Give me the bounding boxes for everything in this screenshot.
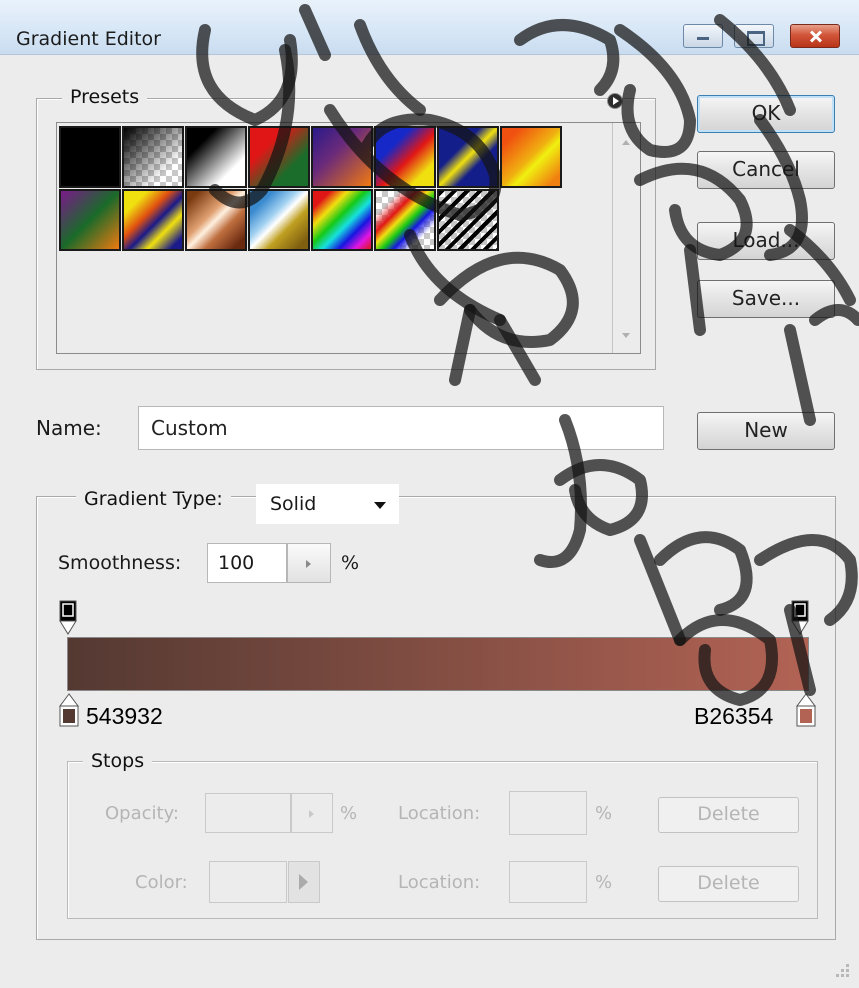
preset-swatch-orange-yellow-orange[interactable] <box>500 126 562 188</box>
scroll-up-arrow-icon[interactable] <box>622 140 630 145</box>
delete-opacity-stop-button[interactable]: Delete <box>658 797 799 833</box>
preset-swatch-spectrum[interactable] <box>311 189 373 251</box>
color-swatch-field[interactable] <box>209 861 287 903</box>
presets-menu-icon[interactable] <box>607 93 623 109</box>
opacity-stepper[interactable] <box>291 793 333 833</box>
opacity-location-unit: % <box>595 803 613 824</box>
opacity-input[interactable] <box>205 793 291 833</box>
resize-grip-icon[interactable] <box>830 960 852 982</box>
color-stop-right-label: B26354 <box>694 703 774 729</box>
window-title: Gradient Editor <box>16 28 161 50</box>
opacity-unit: % <box>340 803 358 824</box>
opacity-stop-left-icon[interactable] <box>59 600 77 636</box>
close-button[interactable] <box>790 24 840 48</box>
presets-legend: Presets <box>62 86 148 108</box>
color-location-label: Location: <box>398 872 481 893</box>
delete-color-stop-button[interactable]: Delete <box>658 866 799 902</box>
load-button[interactable]: Load... <box>697 222 835 260</box>
presets-scrollbar[interactable] <box>612 123 640 353</box>
preset-swatch-chrome[interactable] <box>248 189 310 251</box>
color-stop-right-icon[interactable] <box>796 693 816 729</box>
preset-swatch-foreground-to-transparent[interactable] <box>122 126 184 188</box>
gradient-preview-bar[interactable] <box>67 637 809 691</box>
ok-button[interactable]: OK <box>697 95 835 133</box>
name-field[interactable]: Custom <box>138 406 664 450</box>
new-button[interactable]: New <box>697 412 835 450</box>
color-location-input[interactable] <box>509 861 587 903</box>
opacity-stop-right-icon[interactable] <box>791 600 809 636</box>
preset-swatch-violet-green-orange[interactable] <box>59 189 121 251</box>
smoothness-label: Smoothness: <box>58 552 182 574</box>
name-label: Name: <box>36 416 102 440</box>
smoothness-input[interactable]: 100 <box>207 543 287 583</box>
opacity-label: Opacity: <box>105 803 179 824</box>
opacity-location-label: Location: <box>398 803 481 824</box>
smoothness-unit: % <box>341 552 360 574</box>
color-label: Color: <box>135 872 188 893</box>
chevron-down-icon[interactable] <box>374 502 386 509</box>
preset-swatch-blue-red-yellow[interactable] <box>374 126 436 188</box>
opacity-location-input[interactable] <box>509 791 587 835</box>
color-stop-left-label: 543932 <box>86 703 163 729</box>
smoothness-stepper[interactable] <box>287 543 331 583</box>
color-menu-arrow-icon[interactable] <box>288 861 320 903</box>
maximize-button[interactable] <box>734 24 774 48</box>
preset-swatch-red-green[interactable] <box>248 126 310 188</box>
preset-swatch-transparent-stripes[interactable] <box>437 189 499 251</box>
preset-swatch-black-white[interactable] <box>185 126 247 188</box>
gradient-editor-window: Gradient Editor Presets OK Cancel Load..… <box>0 0 859 988</box>
gradient-type-label: Gradient Type: <box>76 488 231 510</box>
preset-swatch-yellow-violet-orange-blue[interactable] <box>122 189 184 251</box>
preset-swatch-violet-orange[interactable] <box>311 126 373 188</box>
preset-swatch-foreground-to-background[interactable] <box>59 126 121 188</box>
stops-legend: Stops <box>83 750 153 772</box>
color-location-unit: % <box>595 872 613 893</box>
minimize-button[interactable] <box>683 24 723 48</box>
preset-swatch-blue-yellow-blue[interactable] <box>437 126 499 188</box>
color-stop-left-icon[interactable] <box>59 693 79 729</box>
save-button[interactable]: Save... <box>697 280 835 318</box>
preset-swatch-copper[interactable] <box>185 189 247 251</box>
scroll-down-arrow-icon[interactable] <box>622 333 630 338</box>
cancel-button[interactable]: Cancel <box>697 151 835 189</box>
preset-swatch-transparent-rainbow[interactable] <box>374 189 436 251</box>
